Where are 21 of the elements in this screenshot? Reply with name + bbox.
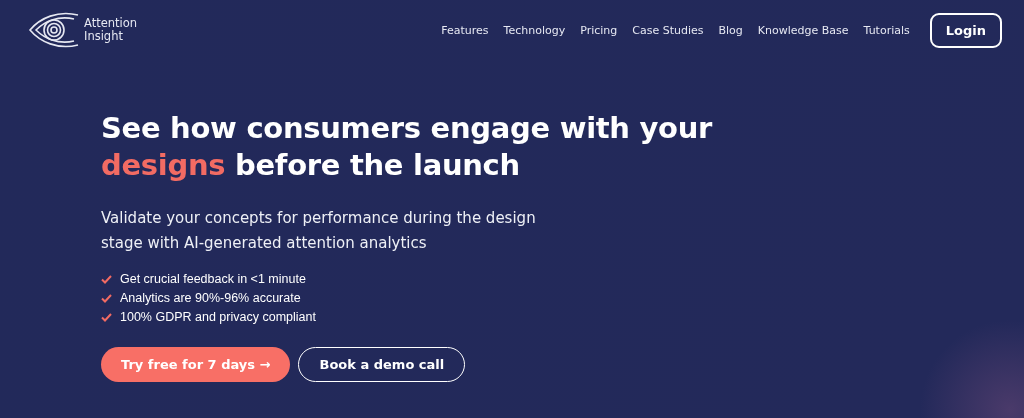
nav-link[interactable]: Technology [503,23,566,37]
subtitle-text: Validate your concepts for performance during the design stage with AI-generated attention analytics [101,208,537,254]
logo-text: Insight [84,30,124,43]
feature-text: 100% GDPR and privacy compliant [120,309,316,326]
login-button[interactable]: Login [929,12,1002,48]
nav-link[interactable]: Case Studies [632,23,704,37]
eye-logo-icon [28,12,80,48]
nav-link[interactable]: Blog [718,23,743,37]
check-icon [101,294,112,303]
feature-text: Get crucial feedback in <1 minute [120,271,306,288]
headline-text: designs [101,148,226,182]
check-icon [101,275,112,284]
nav-link[interactable]: Features [441,23,489,37]
nav-link[interactable]: Pricing [580,23,618,37]
logo-text: Attention [84,17,138,30]
feature-text: Analytics are 90%-96% accurate [120,290,301,307]
headline-text: See how consumers engage with your [101,111,713,145]
check-icon [101,313,112,322]
nav-link[interactable]: Knowledge Base [757,23,849,37]
nav-link[interactable]: Tutorials [863,23,910,37]
headline-text: before the launch [234,148,520,182]
